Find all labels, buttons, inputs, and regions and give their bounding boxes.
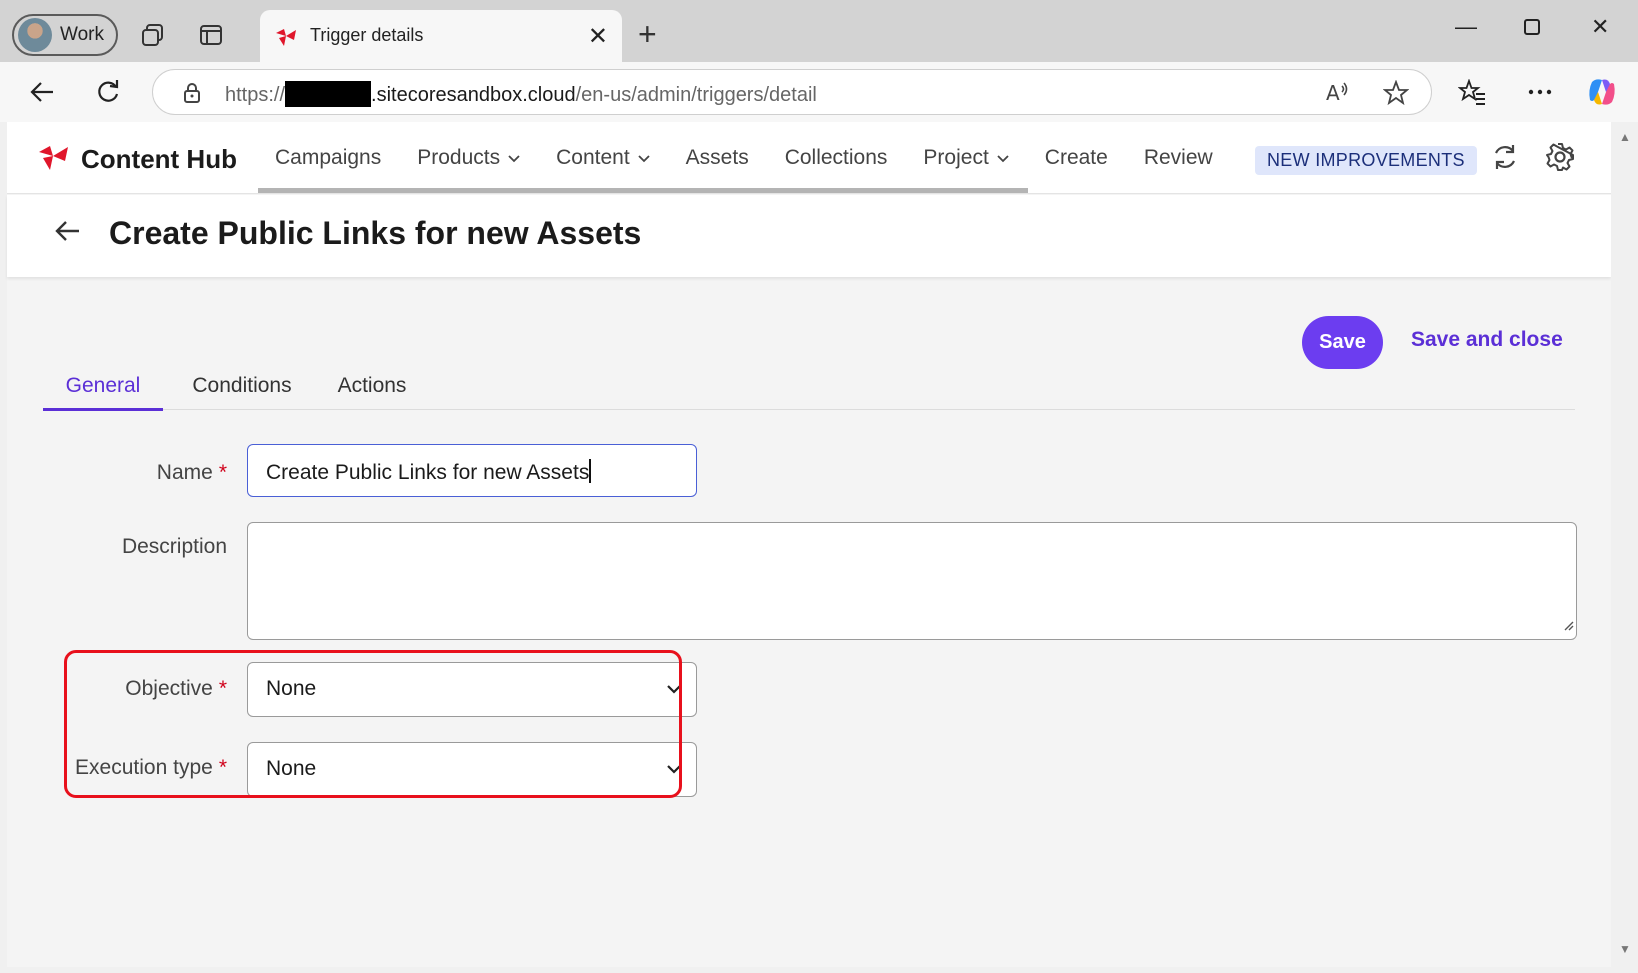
- favorites-icon[interactable]: [1454, 74, 1490, 110]
- minimize-icon[interactable]: —: [1455, 14, 1477, 40]
- scroll-up-icon[interactable]: ▲: [1619, 130, 1631, 144]
- annotation-highlight-box: [64, 650, 682, 798]
- main-nav: Campaigns Products Content Assets Collec…: [257, 122, 1231, 194]
- read-aloud-icon[interactable]: A: [1325, 80, 1351, 109]
- refresh-icon[interactable]: [90, 74, 126, 110]
- profile-button[interactable]: Work: [12, 14, 118, 56]
- tab-actions[interactable]: Actions: [327, 362, 417, 410]
- tab-conditions[interactable]: Conditions: [179, 362, 305, 410]
- settings-gear-icon[interactable]: [1545, 142, 1575, 177]
- save-and-close-button[interactable]: Save and close: [1411, 328, 1563, 352]
- vertical-tabs-icon[interactable]: [196, 20, 226, 50]
- lock-icon[interactable]: [183, 82, 201, 109]
- sitecore-favicon-icon: [274, 26, 298, 53]
- nav-active-indicator: [258, 188, 1028, 193]
- nav-review[interactable]: Review: [1126, 122, 1231, 194]
- content-hub-app: Content Hub Campaigns Products Content A…: [7, 122, 1611, 967]
- resize-handle-icon[interactable]: [1562, 613, 1574, 637]
- name-input[interactable]: Create Public Links for new Assets: [247, 444, 697, 497]
- redacted-subdomain: [285, 81, 372, 107]
- nav-campaigns[interactable]: Campaigns: [257, 122, 399, 194]
- tab-title: Trigger details: [310, 25, 424, 45]
- refresh-sync-icon[interactable]: [1491, 142, 1519, 177]
- new-tab-icon[interactable]: +: [638, 18, 657, 50]
- profile-label: Work: [60, 24, 104, 45]
- new-improvements-badge[interactable]: NEW IMPROVEMENTS: [1255, 146, 1477, 175]
- address-bar[interactable]: https://.sitecoresandbox.cloud/en-us/adm…: [152, 69, 1432, 115]
- url-text: https://.sitecoresandbox.cloud/en-us/adm…: [225, 81, 817, 107]
- nav-products[interactable]: Products: [399, 122, 538, 194]
- more-options-icon[interactable]: [1522, 74, 1558, 110]
- browser-tab-active[interactable]: Trigger details ✕: [260, 10, 622, 62]
- svg-text:A: A: [1326, 81, 1340, 104]
- nav-project[interactable]: Project: [905, 122, 1026, 194]
- page-title: Create Public Links for new Assets: [109, 215, 642, 251]
- nav-collections[interactable]: Collections: [767, 122, 906, 194]
- page-header: Create Public Links for new Assets: [7, 195, 1611, 277]
- avatar: [18, 18, 52, 52]
- browser-toolbar: https://.sitecoresandbox.cloud/en-us/adm…: [0, 62, 1638, 122]
- trigger-tabs: General Conditions Actions: [43, 362, 1575, 411]
- page-scrollbar[interactable]: ▲ ▼: [1611, 122, 1638, 967]
- scroll-down-icon[interactable]: ▼: [1619, 942, 1631, 956]
- nav-create[interactable]: Create: [1027, 122, 1126, 194]
- back-arrow-icon[interactable]: [53, 219, 81, 248]
- app-header: Content Hub Campaigns Products Content A…: [7, 122, 1611, 194]
- nav-assets[interactable]: Assets: [668, 122, 767, 194]
- name-label: Name *: [156, 461, 227, 484]
- description-label: Description: [121, 535, 227, 558]
- chevron-down-icon: [638, 155, 650, 163]
- text-cursor: [589, 459, 592, 483]
- chevron-down-icon: [508, 155, 520, 163]
- favorite-star-icon[interactable]: [1382, 79, 1410, 111]
- browser-titlebar: Work Trigger details ✕ + — ✕: [0, 0, 1638, 62]
- close-window-icon[interactable]: ✕: [1591, 14, 1609, 40]
- copilot-icon[interactable]: [1584, 74, 1620, 110]
- back-icon[interactable]: [24, 74, 60, 110]
- content-hub-logo-icon: [37, 142, 71, 177]
- description-textarea[interactable]: [247, 522, 1577, 640]
- nav-content[interactable]: Content: [538, 122, 668, 194]
- tab-general[interactable]: General: [43, 362, 163, 411]
- brand[interactable]: Content Hub: [37, 142, 237, 177]
- maximize-icon[interactable]: [1523, 16, 1541, 42]
- close-tab-icon[interactable]: ✕: [588, 22, 608, 51]
- workspaces-icon[interactable]: [138, 20, 168, 50]
- chevron-down-icon: [997, 155, 1009, 163]
- brand-name: Content Hub: [81, 144, 237, 174]
